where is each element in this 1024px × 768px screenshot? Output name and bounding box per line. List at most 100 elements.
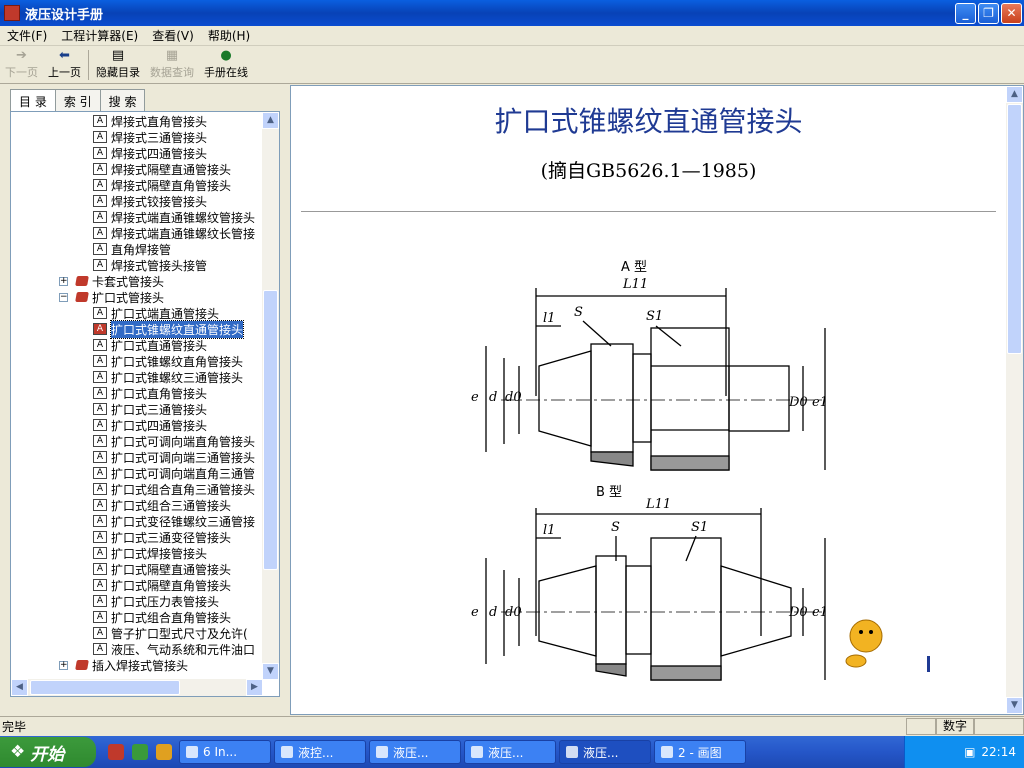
tray-network-icon[interactable]: ▣: [964, 745, 975, 759]
tree-item[interactable]: A 扩口式端直通管接头: [93, 305, 219, 321]
type-b-S1: S1: [691, 520, 708, 535]
taskbar-task-button[interactable]: 液控...: [274, 740, 366, 764]
tab-index[interactable]: 索 引: [54, 89, 101, 111]
online-manual-button[interactable]: ● 手册在线: [199, 47, 253, 83]
data-query-button[interactable]: ▦ 数据查询: [145, 47, 199, 83]
document-icon: A: [93, 147, 107, 159]
tree-item[interactable]: A 扩口式焊接管接头: [93, 545, 207, 561]
document-icon: A: [93, 531, 107, 543]
tree-item[interactable]: A 扩口式隔壁直角管接头: [93, 577, 231, 593]
tab-contents[interactable]: 目 录: [10, 89, 56, 112]
scroll-down-arrow-icon[interactable]: ▼: [262, 663, 279, 680]
scroll-up-arrow-icon[interactable]: ▲: [262, 112, 279, 129]
tab-search[interactable]: 搜 索: [99, 89, 146, 111]
type-a-L11: L11: [622, 277, 648, 292]
tree-item[interactable]: A 焊接式三通管接头: [93, 129, 207, 145]
tree-item-label: 焊接式直角管接头: [111, 114, 208, 129]
tree-item[interactable]: A 扩口式直通管接头: [93, 337, 207, 353]
scroll-right-arrow-icon[interactable]: ▶: [246, 679, 263, 696]
content-scroll-down-icon[interactable]: ▼: [1006, 697, 1023, 714]
hide-toc-icon: ▤: [111, 47, 125, 63]
tree-item[interactable]: A 扩口式可调向端三通管接头: [93, 449, 255, 465]
tree-item[interactable]: A 扩口式组合直角管接头: [93, 609, 231, 625]
tree-item[interactable]: + 插入焊接式管接头: [59, 657, 188, 673]
tree-item-label: 扩口式变径锥螺纹三通管接: [111, 514, 256, 529]
tree-scroll-thumb[interactable]: [263, 290, 278, 570]
tree-item[interactable]: − 扩口式管接头: [59, 289, 164, 305]
start-button[interactable]: ❖ 开始: [0, 737, 96, 767]
tree-item[interactable]: + 卡套式管接头: [59, 273, 164, 289]
restore-button[interactable]: ❐: [978, 2, 999, 24]
tree-item[interactable]: A 扩口式锥螺纹直角管接头: [93, 353, 243, 369]
menu-help[interactable]: 帮助(H): [201, 27, 257, 44]
task-label: 6 In...: [203, 745, 238, 759]
menu-calculator[interactable]: 工程计算器(E): [54, 27, 145, 44]
scroll-left-arrow-icon[interactable]: ◀: [11, 679, 28, 696]
type-a-e: e: [471, 390, 479, 405]
prev-page-button[interactable]: ⬅ 上一页: [43, 47, 86, 83]
tree-item[interactable]: A 扩口式压力表管接头: [93, 593, 219, 609]
tree-item[interactable]: A 扩口式隔壁直通管接头: [93, 561, 231, 577]
tree-item[interactable]: A 焊接式隔壁直通管接头: [93, 161, 231, 177]
expand-icon[interactable]: +: [59, 660, 68, 670]
tree-item[interactable]: A 扩口式可调向端直角三通管: [93, 465, 255, 481]
document-icon: A: [93, 211, 107, 223]
task-app-icon: [566, 746, 578, 758]
type-a-l1: l1: [543, 311, 555, 326]
content-vertical-scrollbar[interactable]: ▲ ▼: [1006, 86, 1023, 714]
tree-item[interactable]: A 直角焊接管: [93, 241, 171, 257]
tree-item[interactable]: A 扩口式三通管接头: [93, 401, 207, 417]
taskbar-task-button[interactable]: 液压...: [559, 740, 651, 764]
fitting-drawing: A 型 L11 l1 S S1 e d d0 D0 e1 B 型 L11 l1 …: [471, 260, 930, 681]
tree-item-label: 扩口式压力表管接头: [111, 594, 220, 609]
task-label: 液压...: [488, 745, 524, 760]
content-scroll-thumb[interactable]: [1007, 104, 1022, 354]
tree-item[interactable]: A 焊接式隔壁直角管接头: [93, 177, 231, 193]
tree-item[interactable]: A 液压、气动系统和元件油口: [93, 641, 255, 657]
task-app-icon: [471, 746, 483, 758]
expand-icon[interactable]: +: [59, 276, 68, 286]
tree-item[interactable]: A 管子扩口型式尺寸及允许(: [93, 625, 248, 641]
tree-item[interactable]: A 焊接式端直通锥螺纹长管接: [93, 225, 255, 241]
tree-item[interactable]: A 焊接式管接头接管: [93, 257, 207, 273]
collapse-icon[interactable]: −: [59, 292, 68, 302]
clock[interactable]: 22:14: [981, 745, 1016, 759]
tree-item[interactable]: A 扩口式锥螺纹直通管接头: [93, 319, 245, 339]
tree-item[interactable]: A 焊接式端直通锥螺纹管接头: [93, 209, 255, 225]
quicklaunch-network-icon[interactable]: [132, 744, 148, 760]
taskbar-task-button[interactable]: 2 - 画图: [654, 740, 746, 764]
tree-item[interactable]: A 扩口式组合直角三通管接头: [93, 481, 255, 497]
taskbar-task-button[interactable]: 液压...: [464, 740, 556, 764]
status-extra-cell: [974, 718, 1024, 735]
hide-toc-button[interactable]: ▤ 隐藏目录: [91, 47, 145, 83]
quicklaunch-app-icon[interactable]: [108, 744, 124, 760]
quicklaunch-umbrella-icon[interactable]: [156, 744, 172, 760]
tree-item[interactable]: A 焊接式四通管接头: [93, 145, 207, 161]
type-b-label: B 型: [596, 485, 622, 500]
tree-item[interactable]: A 扩口式四通管接头: [93, 417, 207, 433]
tree-item[interactable]: A 扩口式三通变径管接头: [93, 529, 231, 545]
next-page-button[interactable]: ➔ 下一页: [0, 47, 43, 83]
tree-item[interactable]: A 扩口式可调向端直角管接头: [93, 433, 255, 449]
tree-vertical-scrollbar[interactable]: ▲ ▼: [262, 112, 279, 680]
type-a-D0: D0: [788, 395, 808, 410]
content-scroll-up-icon[interactable]: ▲: [1006, 86, 1023, 103]
tree-item[interactable]: A 焊接式铰接管接头: [93, 193, 207, 209]
minimize-button[interactable]: _: [955, 2, 976, 24]
menu-file[interactable]: 文件(F): [0, 27, 54, 44]
tree-item[interactable]: A 扩口式直角管接头: [93, 385, 207, 401]
close-button[interactable]: ✕: [1001, 2, 1022, 24]
taskbar-task-button[interactable]: 6 In...: [179, 740, 271, 764]
book-icon: [75, 660, 89, 670]
tree-item[interactable]: A 焊接式直角管接头: [93, 113, 207, 129]
taskbar-task-button[interactable]: 液压...: [369, 740, 461, 764]
type-a-label: A 型: [621, 260, 647, 275]
tree-item[interactable]: A 扩口式锥螺纹三通管接头: [93, 369, 243, 385]
tree-item[interactable]: A 扩口式组合三通管接头: [93, 497, 231, 513]
document-icon: A: [93, 419, 107, 431]
menu-view[interactable]: 查看(V): [145, 27, 201, 44]
tree-horizontal-scrollbar[interactable]: ◀ ▶: [11, 679, 263, 696]
document-icon: A: [93, 403, 107, 415]
tree-hscroll-thumb[interactable]: [30, 680, 180, 695]
tree-item[interactable]: A 扩口式变径锥螺纹三通管接: [93, 513, 255, 529]
